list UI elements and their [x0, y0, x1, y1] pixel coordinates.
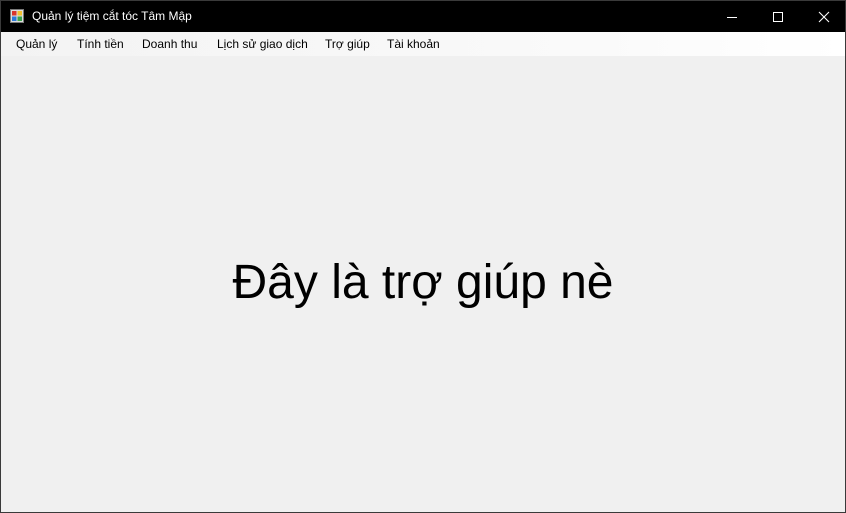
close-button[interactable]: [801, 1, 845, 32]
menu-bar: Quản lý Tính tiền Doanh thu Lịch sử giao…: [1, 32, 845, 56]
help-message: Đây là trợ giúp nè: [232, 256, 614, 309]
maximize-button[interactable]: [755, 1, 801, 32]
menu-item-tro-giup[interactable]: Trợ giúp: [325, 32, 370, 56]
app-window: Quản lý tiệm cắt tóc Tâm Mập Quản lý Tín…: [0, 0, 846, 513]
menu-item-tai-khoan[interactable]: Tài khoản: [387, 32, 440, 56]
app-icon: [10, 9, 24, 23]
close-icon: [818, 11, 830, 22]
window-title: Quản lý tiệm cắt tóc Tâm Mập: [32, 9, 192, 23]
title-bar[interactable]: Quản lý tiệm cắt tóc Tâm Mập: [1, 1, 845, 32]
minimize-button[interactable]: [709, 1, 755, 32]
minimize-icon: [727, 16, 737, 18]
menu-item-doanh-thu[interactable]: Doanh thu: [142, 32, 197, 56]
menu-item-lich-su-giao-dich[interactable]: Lịch sử giao dịch: [217, 32, 308, 56]
maximize-icon: [773, 11, 783, 22]
menu-item-tinh-tien[interactable]: Tính tiền: [77, 32, 124, 56]
help-panel: Đây là trợ giúp nè: [1, 56, 845, 512]
menu-item-quan-ly[interactable]: Quản lý: [16, 32, 57, 56]
